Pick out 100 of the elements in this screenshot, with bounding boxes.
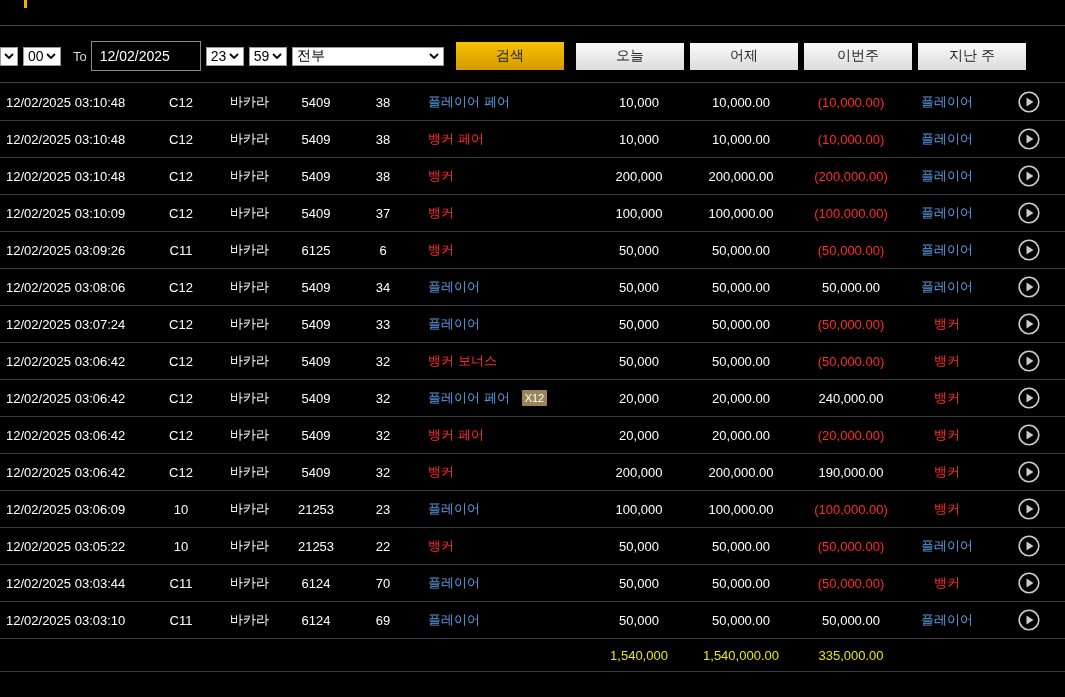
bet-amount: 100,000 (614, 205, 664, 221)
game-result: 뱅커 (933, 315, 961, 333)
bet-amount: 50,000 (618, 279, 660, 295)
bet-time: 12/02/2025 03:10:48 (5, 94, 127, 110)
play-icon[interactable] (1018, 128, 1040, 150)
minute-select[interactable]: 59 (248, 46, 287, 66)
bet-time: 12/02/2025 03:03:44 (5, 575, 127, 591)
date-field[interactable]: 12/02/2025 (90, 41, 201, 71)
hand-number: 34 (374, 279, 392, 295)
game-name: 바카라 (228, 241, 270, 259)
bet-type: 뱅커 (428, 241, 454, 259)
round-number: 5409 (300, 390, 332, 406)
table-id: C12 (168, 464, 194, 480)
play-icon[interactable] (1018, 609, 1040, 631)
play-icon[interactable] (1018, 202, 1040, 224)
hand-number: 38 (374, 131, 392, 147)
table-id: C12 (168, 94, 194, 110)
total-valid-bet: 1,540,000.00 (702, 647, 780, 663)
game-name: 바카라 (228, 352, 270, 370)
date-range-button[interactable]: 이번주 (803, 42, 912, 70)
bet-type: 플레이어 페어 (428, 93, 510, 111)
bet-amount: 20,000 (618, 427, 660, 443)
table-id: C12 (168, 279, 194, 295)
round-number: 5409 (300, 464, 332, 480)
table-id: C12 (168, 131, 194, 147)
hand-number: 70 (374, 575, 392, 591)
round-number: 5409 (300, 94, 332, 110)
hand-number: 38 (374, 168, 392, 184)
table-id: C11 (168, 242, 194, 258)
round-number: 6125 (300, 242, 332, 258)
bet-time: 12/02/2025 03:10:48 (5, 168, 127, 184)
play-icon[interactable] (1018, 387, 1040, 409)
play-icon[interactable] (1018, 572, 1040, 594)
valid-bet: 10,000.00 (711, 131, 771, 147)
bet-time: 12/02/2025 03:08:06 (5, 279, 127, 295)
bet-amount: 50,000 (618, 538, 660, 554)
game-name: 바카라 (228, 611, 270, 629)
bet-amount: 200,000 (614, 464, 664, 480)
multiplier-badge: X12 (521, 390, 548, 406)
date-range-button[interactable]: 오늘 (575, 42, 684, 70)
bet-amount: 200,000 (614, 168, 664, 184)
bet-time: 12/02/2025 03:10:09 (5, 205, 127, 221)
hand-number: 33 (374, 316, 392, 332)
round-number: 5409 (300, 279, 332, 295)
game-name: 바카라 (228, 500, 270, 518)
game-result: 플레이어 (920, 537, 974, 555)
bet-amount: 50,000 (618, 353, 660, 369)
game-result: 뱅커 (933, 500, 961, 518)
hour-select[interactable] (0, 46, 18, 66)
win-loss: (10,000.00) (816, 94, 886, 110)
win-loss: (100,000.00) (813, 205, 889, 221)
bet-time: 12/02/2025 03:06:09 (5, 501, 127, 517)
valid-bet: 50,000.00 (711, 353, 771, 369)
bet-amount: 50,000 (618, 242, 660, 258)
game-result: 플레이어 (920, 130, 974, 148)
bet-time: 12/02/2025 03:07:24 (5, 316, 127, 332)
round-number: 5409 (300, 131, 332, 147)
play-icon[interactable] (1018, 276, 1040, 298)
date-range-button[interactable]: 지난 주 (917, 42, 1026, 70)
bet-time: 12/02/2025 03:06:42 (5, 353, 127, 369)
valid-bet: 20,000.00 (711, 427, 771, 443)
round-number: 21253 (296, 501, 336, 517)
date-range-button[interactable]: 어제 (689, 42, 798, 70)
play-icon[interactable] (1018, 165, 1040, 187)
bet-type: 뱅커 보너스 (428, 352, 497, 370)
round-number: 5409 (300, 316, 332, 332)
hour-select[interactable]: 23 (205, 46, 244, 66)
play-icon[interactable] (1018, 461, 1040, 483)
game-result: 플레이어 (920, 278, 974, 296)
bet-type-select[interactable]: 전부 (291, 46, 444, 66)
win-loss: 50,000.00 (821, 612, 881, 628)
play-icon[interactable] (1018, 239, 1040, 261)
hand-number: 38 (374, 94, 392, 110)
table-id: C12 (168, 168, 194, 184)
win-loss: (50,000.00) (816, 575, 886, 591)
valid-bet: 50,000.00 (711, 316, 771, 332)
valid-bet: 200,000.00 (707, 464, 775, 480)
table-id: 10 (172, 538, 190, 554)
minute-select[interactable]: 00 (23, 46, 61, 66)
play-icon[interactable] (1018, 498, 1040, 520)
hand-number: 37 (374, 205, 392, 221)
play-icon[interactable] (1018, 535, 1040, 557)
total-win-loss: 335,000.00 (817, 647, 885, 663)
bet-type: 뱅커 (428, 537, 454, 555)
play-icon[interactable] (1018, 424, 1040, 446)
game-result: 뱅커 (933, 426, 961, 444)
play-icon[interactable] (1018, 313, 1040, 335)
table-id: C11 (168, 612, 194, 628)
game-result: 뱅커 (933, 463, 961, 481)
valid-bet: 50,000.00 (711, 612, 771, 628)
hand-number: 32 (374, 353, 392, 369)
bet-amount: 50,000 (618, 612, 660, 628)
win-loss: (10,000.00) (816, 131, 886, 147)
game-name: 바카라 (228, 463, 270, 481)
bet-time: 12/02/2025 03:05:22 (5, 538, 127, 554)
hand-number: 6 (378, 242, 388, 258)
search-button[interactable]: 검색 (455, 42, 564, 70)
play-icon[interactable] (1018, 350, 1040, 372)
play-icon[interactable] (1018, 91, 1040, 113)
bet-time: 12/02/2025 03:03:10 (5, 612, 127, 628)
